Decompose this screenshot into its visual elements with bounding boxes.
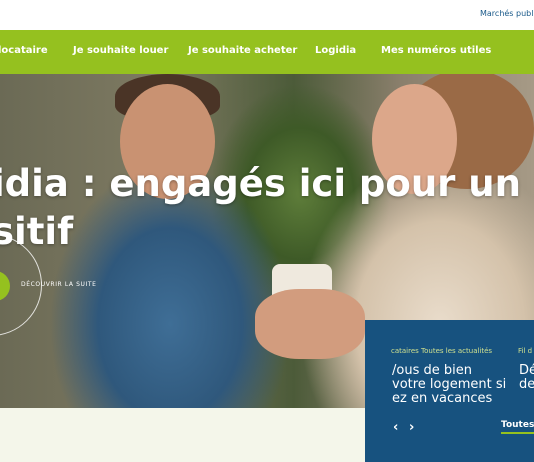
main-nav: locataire Je souhaite louer Je souhaite … [0, 30, 534, 74]
hero-photo-hands [255, 289, 365, 359]
news-tab-tenants[interactable]: cataires Toutes les actualités [391, 347, 492, 355]
news-card-line: votre logement si [392, 377, 507, 392]
nav-item-locataire[interactable]: locataire [0, 45, 48, 56]
chevron-right-icon[interactable]: › [409, 420, 414, 435]
news-card-line: de [519, 377, 534, 392]
all-news-link[interactable]: Toutes [501, 420, 534, 434]
hero-headline-line1: idia : engagés ici pour un h [0, 162, 534, 205]
news-panel: cataires Toutes les actualités Fil d /ou… [365, 320, 534, 462]
bottom-section [0, 408, 365, 462]
news-tab-feed[interactable]: Fil d [518, 347, 532, 355]
nav-item-logidia[interactable]: Logidia [315, 45, 356, 56]
nav-item-buy[interactable]: Je souhaite acheter [188, 45, 297, 56]
discover-label[interactable]: DÉCOUVRIR LA SUITE [21, 281, 97, 288]
nav-item-rent[interactable]: Je souhaite louer [73, 45, 168, 56]
news-card-title-2[interactable]: Dé de [519, 364, 534, 392]
news-card-line: /ous de bien [392, 363, 472, 378]
news-card-title[interactable]: /ous de bien votre logement si ez en vac… [392, 364, 506, 406]
top-bar: Marchés publi [0, 0, 534, 30]
news-card-line: ez en vacances [392, 391, 493, 406]
chevron-left-icon[interactable]: ‹ [393, 420, 398, 435]
news-card-line: Dé [519, 363, 534, 378]
public-markets-link[interactable]: Marchés publi [480, 9, 534, 18]
nav-item-useful-numbers[interactable]: Mes numéros utiles [381, 45, 491, 56]
